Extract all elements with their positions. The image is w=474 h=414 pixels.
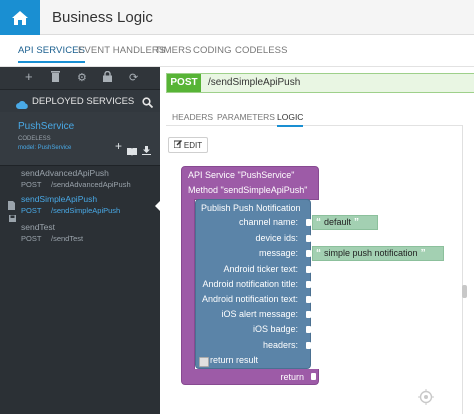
input-android-notification-title: Android notification title: bbox=[202, 279, 298, 289]
tab-event-handlers[interactable]: EVENT HANDLERS bbox=[78, 45, 165, 56]
service-model: model: PushService bbox=[18, 145, 72, 151]
service-line: API Service "PushService" bbox=[188, 170, 295, 180]
top-bar: Business Logic bbox=[40, 0, 474, 35]
input-notch bbox=[306, 235, 311, 242]
scrollbar-thumb[interactable] bbox=[462, 285, 467, 298]
method-line: Method "sendSimpleApiPush" bbox=[188, 185, 308, 195]
route-verb-badge: POST bbox=[167, 74, 201, 92]
method-item-send-simple-api-push[interactable]: sendSimpleApiPush POST/sendSimpleApiPush bbox=[0, 194, 160, 222]
route-bar: POST /sendSimpleApiPush bbox=[166, 73, 474, 93]
return-row[interactable]: return bbox=[181, 369, 319, 385]
deployed-services-header: DEPLOYED SERVICES bbox=[0, 90, 160, 112]
tab-timers[interactable]: TIMERS bbox=[155, 45, 192, 56]
return-result-label: return result bbox=[210, 355, 259, 365]
add-icon[interactable]: + bbox=[25, 69, 33, 84]
service-name[interactable]: PushService bbox=[18, 121, 74, 132]
download-icon[interactable] bbox=[142, 142, 151, 160]
input-notch bbox=[306, 281, 311, 288]
input-device-ids: device ids: bbox=[255, 233, 298, 243]
input-android-ticker-text: Android ticker text: bbox=[223, 264, 298, 274]
book-icon[interactable] bbox=[127, 143, 137, 161]
input-notch bbox=[306, 342, 311, 349]
method-name: sendAdvancedApiPush bbox=[21, 168, 109, 178]
return-result-checkbox[interactable] bbox=[199, 357, 209, 367]
main-tabs: API SERVICES EVENT HANDLERS TIMERS CODIN… bbox=[0, 35, 474, 67]
edit-label: EDIT bbox=[183, 140, 203, 150]
search-icon[interactable] bbox=[142, 95, 154, 113]
trash-icon[interactable] bbox=[51, 71, 60, 85]
quote-close: ” bbox=[420, 248, 426, 259]
refresh-icon[interactable]: ⟳ bbox=[129, 71, 138, 84]
home-icon bbox=[12, 10, 28, 25]
panel-divider bbox=[462, 125, 463, 414]
input-headers: headers: bbox=[262, 340, 298, 350]
add-method-icon[interactable]: + bbox=[115, 140, 122, 152]
input-ios-badge: iOS badge: bbox=[252, 324, 298, 334]
input-notch bbox=[306, 219, 311, 226]
input-channel-name: channel name: bbox=[238, 217, 298, 227]
method-verb: POST bbox=[21, 206, 42, 215]
input-message: message: bbox=[258, 248, 298, 258]
page-title: Business Logic bbox=[52, 9, 153, 26]
method-item-send-advanced-api-push[interactable]: sendAdvancedApiPush POST/sendAdvancedApi… bbox=[0, 168, 160, 194]
crosshair-icon[interactable] bbox=[418, 389, 434, 410]
method-path: /sendTest bbox=[51, 234, 84, 243]
publish-push-block[interactable]: Publish Push Notification channel name: … bbox=[195, 199, 311, 369]
message-value-block[interactable]: “simple push notification” bbox=[312, 246, 444, 261]
method-item-send-test[interactable]: sendTest POST/sendTest bbox=[0, 222, 160, 248]
route-path: /sendSimpleApiPush bbox=[208, 77, 301, 88]
publish-title: Publish Push Notification bbox=[201, 203, 301, 213]
return-input-notch bbox=[311, 373, 316, 380]
service-item[interactable]: PushService CODELESS model: PushService … bbox=[0, 112, 160, 166]
sidebar: + ⚙ ⟳ DEPLOYED SERVICES PushService CODE… bbox=[0, 67, 160, 414]
channel-name-value: default bbox=[324, 217, 352, 227]
channel-name-value-block[interactable]: “default” bbox=[312, 215, 378, 230]
tab-logic[interactable]: LOGIC bbox=[277, 112, 304, 127]
method-route: POST/sendAdvancedApiPush bbox=[21, 180, 131, 189]
method-verb: POST bbox=[21, 180, 42, 189]
method-path: /sendAdvancedApiPush bbox=[51, 180, 131, 189]
return-label: return bbox=[280, 372, 304, 382]
api-service-block-stem bbox=[181, 199, 195, 370]
tab-parameters[interactable]: PARAMETERS bbox=[217, 112, 275, 122]
method-path: /sendSimpleApiPush bbox=[51, 206, 121, 215]
method-name: sendTest bbox=[21, 222, 56, 232]
input-notch bbox=[306, 326, 311, 333]
deployed-services-label: DEPLOYED SERVICES bbox=[32, 96, 135, 107]
lock-icon[interactable] bbox=[103, 70, 112, 85]
gear-icon[interactable]: ⚙ bbox=[77, 71, 87, 84]
method-route: POST/sendSimpleApiPush bbox=[21, 206, 120, 215]
sidebar-toolbar: + ⚙ ⟳ bbox=[0, 67, 160, 90]
input-notch bbox=[306, 250, 311, 257]
api-service-block[interactable]: API Service "PushService" Method "sendSi… bbox=[181, 166, 319, 200]
input-ios-alert-message: iOS alert message: bbox=[221, 309, 298, 319]
quote-open: “ bbox=[316, 248, 321, 259]
home-button[interactable] bbox=[0, 0, 40, 35]
message-value: simple push notification bbox=[324, 248, 418, 258]
tab-coding[interactable]: CODING bbox=[193, 45, 232, 56]
method-verb: POST bbox=[21, 234, 42, 243]
sub-tabs: HEADERS PARAMETERS LOGIC bbox=[166, 107, 462, 127]
edit-button[interactable]: EDIT bbox=[168, 137, 208, 153]
service-type: CODELESS bbox=[18, 136, 51, 142]
tab-api-services[interactable]: API SERVICES bbox=[18, 45, 86, 63]
method-route: POST/sendTest bbox=[21, 234, 83, 243]
input-android-notification-text: Android notification text: bbox=[201, 294, 298, 304]
input-notch bbox=[306, 311, 311, 318]
input-notch bbox=[306, 266, 311, 273]
edit-icon bbox=[173, 140, 182, 150]
quote-open: “ bbox=[316, 217, 321, 228]
input-notch bbox=[306, 296, 311, 303]
tab-headers[interactable]: HEADERS bbox=[172, 112, 213, 122]
quote-close: ” bbox=[354, 217, 360, 228]
method-name: sendSimpleApiPush bbox=[21, 194, 98, 204]
tab-codeless[interactable]: CODELESS bbox=[235, 45, 288, 56]
